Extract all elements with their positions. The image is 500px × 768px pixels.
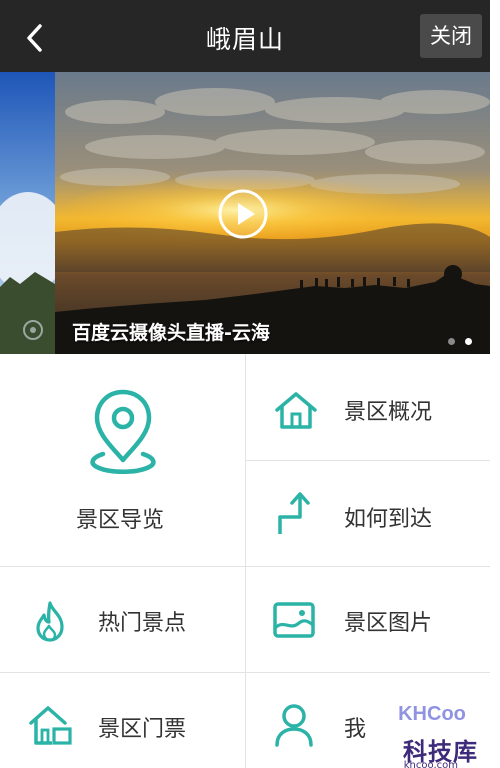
menu-item-guide[interactable]: 景区导览 (0, 354, 245, 566)
menu-label-guide: 景区导览 (76, 508, 165, 533)
menu-item-hot-spots[interactable]: 热门景点 (0, 567, 245, 672)
menu-label-mine: 我 (344, 717, 367, 742)
menu-label-tickets: 景区门票 (98, 717, 187, 742)
watermark-url: khcoo.com (403, 760, 458, 768)
menu-label-overview: 景区概况 (344, 400, 433, 425)
house-icon (275, 392, 317, 429)
menu-label-hot-spots: 热门景点 (98, 611, 187, 636)
banner-carousel[interactable]: 百度云摄像头直播-云海 (0, 72, 490, 354)
menu-item-photos[interactable]: 景区图片 (246, 567, 490, 672)
banner-caption: 百度云摄像头直播-云海 (72, 322, 270, 344)
banner-slide-image[interactable] (55, 72, 490, 354)
menu-label-directions: 如何到达 (344, 507, 433, 532)
route-arrow-icon (278, 492, 310, 534)
menu-item-directions[interactable]: 如何到达 (246, 461, 490, 566)
user-icon (275, 704, 313, 747)
image-icon (273, 602, 315, 638)
carousel-dot-active[interactable] (465, 338, 472, 345)
play-video-button[interactable] (217, 188, 269, 240)
page-title: 峨眉山 (205, 25, 284, 54)
svg-text:KHCoo: KHCoo (398, 703, 466, 725)
house-ticket-icon (29, 706, 72, 745)
carousel-indicator (443, 330, 472, 349)
play-icon (218, 189, 268, 239)
map-pin-icon (90, 389, 156, 474)
previous-slide-image[interactable] (0, 72, 55, 354)
app-screen: 峨眉山 关闭 百度云摄像头直播-云海 景区导览 景区概况 如何到达 热门景点 景… (0, 0, 490, 768)
close-button[interactable]: 关闭 (420, 14, 482, 58)
header-bar: 峨眉山 关闭 (0, 0, 490, 72)
menu-item-tickets[interactable]: 景区门票 (0, 673, 245, 768)
flame-icon (36, 601, 64, 642)
carousel-dot[interactable] (447, 338, 455, 345)
menu-item-overview[interactable]: 景区概况 (246, 354, 490, 460)
menu-label-photos: 景区图片 (344, 611, 433, 636)
